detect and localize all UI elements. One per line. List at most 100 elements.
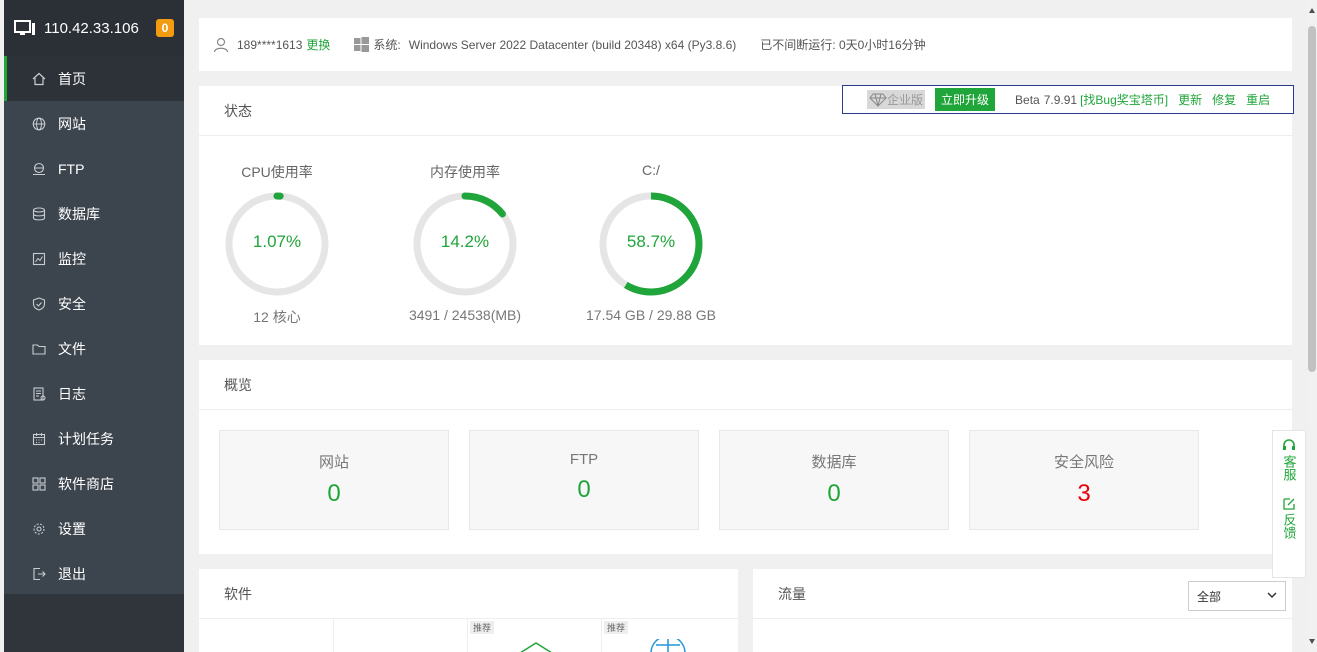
sidebar-item-monitor[interactable]: 监控	[4, 236, 184, 281]
recommend-tag: 推荐	[470, 621, 495, 634]
status-panel: 状态 CPU使用率 1.07% 12 核心 内存使用率 14.2% 3491 /…	[199, 86, 1292, 345]
overview-database[interactable]: 数据库 0	[719, 430, 949, 530]
sidebar: 110.42.33.106 0 首页 网站 FTP 数据库 监控 安全 文件 日…	[4, 0, 184, 652]
scroll-down-icon[interactable]	[1309, 639, 1315, 644]
message-badge[interactable]: 0	[156, 19, 174, 37]
sidebar-item-label: 文件	[58, 340, 86, 357]
sidebar-item-logs[interactable]: 日志	[4, 371, 184, 416]
sidebar-item-database[interactable]: 数据库	[4, 191, 184, 236]
repair-link[interactable]: 修复	[1212, 91, 1236, 108]
disk-gauge-title: C:/	[642, 162, 660, 178]
overview-value: 0	[577, 476, 591, 503]
monitor-icon	[14, 20, 35, 35]
software-slot[interactable]	[333, 619, 467, 652]
recommend-tag: 推荐	[604, 621, 629, 634]
diamond-icon	[869, 93, 887, 107]
windows-icon	[354, 37, 370, 52]
sidebar-item-label: 首页	[58, 70, 86, 87]
scroll-thumb[interactable]	[1308, 26, 1316, 372]
sidebar-item-label: 安全	[58, 295, 86, 312]
customer-service-button[interactable]: 客服	[1280, 455, 1299, 481]
system-info-bar: 189****1613 更换 系统: Windows Server 2022 D…	[199, 18, 1292, 71]
overview-label: 安全风险	[1053, 454, 1114, 471]
system-label: 系统:	[373, 38, 401, 52]
folder-icon	[32, 342, 46, 356]
traffic-select[interactable]: 全部	[1188, 581, 1286, 611]
overview-panel: 概览 网站 0 FTP 0 数据库 0 安全风险 3	[199, 360, 1292, 554]
overview-label: 数据库	[811, 454, 857, 471]
sidebar-item-label: 计划任务	[58, 430, 114, 447]
database-icon	[32, 206, 46, 221]
overview-security-risk[interactable]: 安全风险 3	[969, 430, 1199, 530]
overview-value: 0	[327, 480, 341, 507]
software-grid: 推荐 推荐	[199, 619, 738, 652]
sidebar-item-label: 数据库	[58, 205, 100, 222]
software-slot[interactable]: 推荐	[467, 619, 601, 652]
software-panel: 软件 推荐 推荐	[199, 569, 738, 652]
grid-icon	[32, 476, 46, 491]
enterprise-label: 企业版	[887, 93, 924, 107]
sidebar-item-label: 软件商店	[58, 475, 114, 492]
enterprise-badge[interactable]: 企业版	[867, 90, 926, 109]
sidebar-item-label: 设置	[58, 520, 86, 537]
gear-icon	[32, 522, 46, 536]
sidebar-item-website[interactable]: 网站	[4, 101, 184, 146]
overview-title: 概览	[199, 360, 1292, 410]
page-scrollbar[interactable]	[1307, 0, 1317, 652]
beta-label: Beta	[1015, 92, 1040, 107]
sidebar-item-home[interactable]: 首页	[4, 56, 184, 101]
sidebar-footer	[4, 594, 184, 652]
sidebar-item-logout[interactable]: 退出	[4, 551, 184, 596]
upgrade-button[interactable]: 立即升级	[935, 88, 996, 111]
restart-link[interactable]: 重启	[1246, 91, 1270, 108]
change-account-link[interactable]: 更换	[306, 36, 330, 53]
traffic-select-value: 全部	[1197, 589, 1222, 604]
shield-icon	[32, 296, 46, 311]
memory-gauge[interactable]: 内存使用率 14.2% 3491 / 24538(MB)	[395, 162, 535, 323]
sidebar-nav: 首页 网站 FTP 数据库 监控 安全 文件 日志 计划任务 软件商店 设置 退…	[4, 56, 184, 596]
sidebar-item-security[interactable]: 安全	[4, 281, 184, 326]
scroll-up-icon[interactable]	[1309, 8, 1315, 13]
headset-icon	[1283, 439, 1295, 450]
overview-label: 网站	[318, 454, 349, 471]
software-slot[interactable]: 推荐	[601, 619, 738, 652]
logout-icon	[32, 567, 46, 581]
chevron-down-icon	[1267, 592, 1277, 599]
user-icon	[213, 37, 229, 52]
home-icon	[32, 72, 46, 86]
overview-value: 0	[827, 480, 841, 507]
memory-gauge-value: 14.2%	[440, 232, 490, 251]
bug-bounty-link[interactable]: [找Bug奖宝塔币]	[1080, 91, 1168, 108]
memory-gauge-title: 内存使用率	[430, 164, 500, 180]
disk-gauge[interactable]: C:/ 58.7% 17.54 GB / 29.88 GB	[581, 162, 721, 323]
traffic-panel: 流量 全部	[753, 569, 1292, 652]
feedback-button[interactable]: 反馈	[1280, 513, 1299, 539]
user-phone: 189****1613	[237, 37, 303, 52]
sidebar-item-cron[interactable]: 计划任务	[4, 416, 184, 461]
monitor-icon	[32, 252, 46, 266]
overview-ftp[interactable]: FTP 0	[469, 430, 699, 530]
float-panel: 客服 反馈	[1272, 430, 1306, 578]
log-icon	[32, 386, 46, 401]
version-bar: 企业版 立即升级 Beta 7.9.91 [找Bug奖宝塔币] 更新 修复 重启	[842, 85, 1294, 114]
update-link[interactable]: 更新	[1178, 91, 1202, 108]
sidebar-item-files[interactable]: 文件	[4, 326, 184, 371]
overview-label: FTP	[569, 451, 599, 468]
sidebar-item-label: 退出	[58, 565, 86, 582]
calendar-icon	[32, 432, 46, 446]
edit-icon	[1283, 498, 1295, 510]
sidebar-item-store[interactable]: 软件商店	[4, 461, 184, 506]
memory-detail: 3491 / 24538(MB)	[408, 307, 522, 323]
sidebar-item-ftp[interactable]: FTP	[4, 146, 184, 191]
overview-website[interactable]: 网站 0	[219, 430, 449, 530]
version-number: 7.9.91	[1043, 92, 1078, 107]
globe-icon	[650, 639, 686, 652]
sidebar-item-settings[interactable]: 设置	[4, 506, 184, 551]
overview-value: 3	[1077, 480, 1091, 507]
shield-icon	[520, 642, 552, 652]
globe-icon	[32, 117, 46, 131]
cpu-gauge[interactable]: CPU使用率 1.07% 12 核心	[207, 162, 347, 327]
ftp-icon	[32, 162, 46, 176]
sidebar-item-label: 日志	[58, 385, 86, 402]
disk-detail: 17.54 GB / 29.88 GB	[586, 307, 716, 323]
